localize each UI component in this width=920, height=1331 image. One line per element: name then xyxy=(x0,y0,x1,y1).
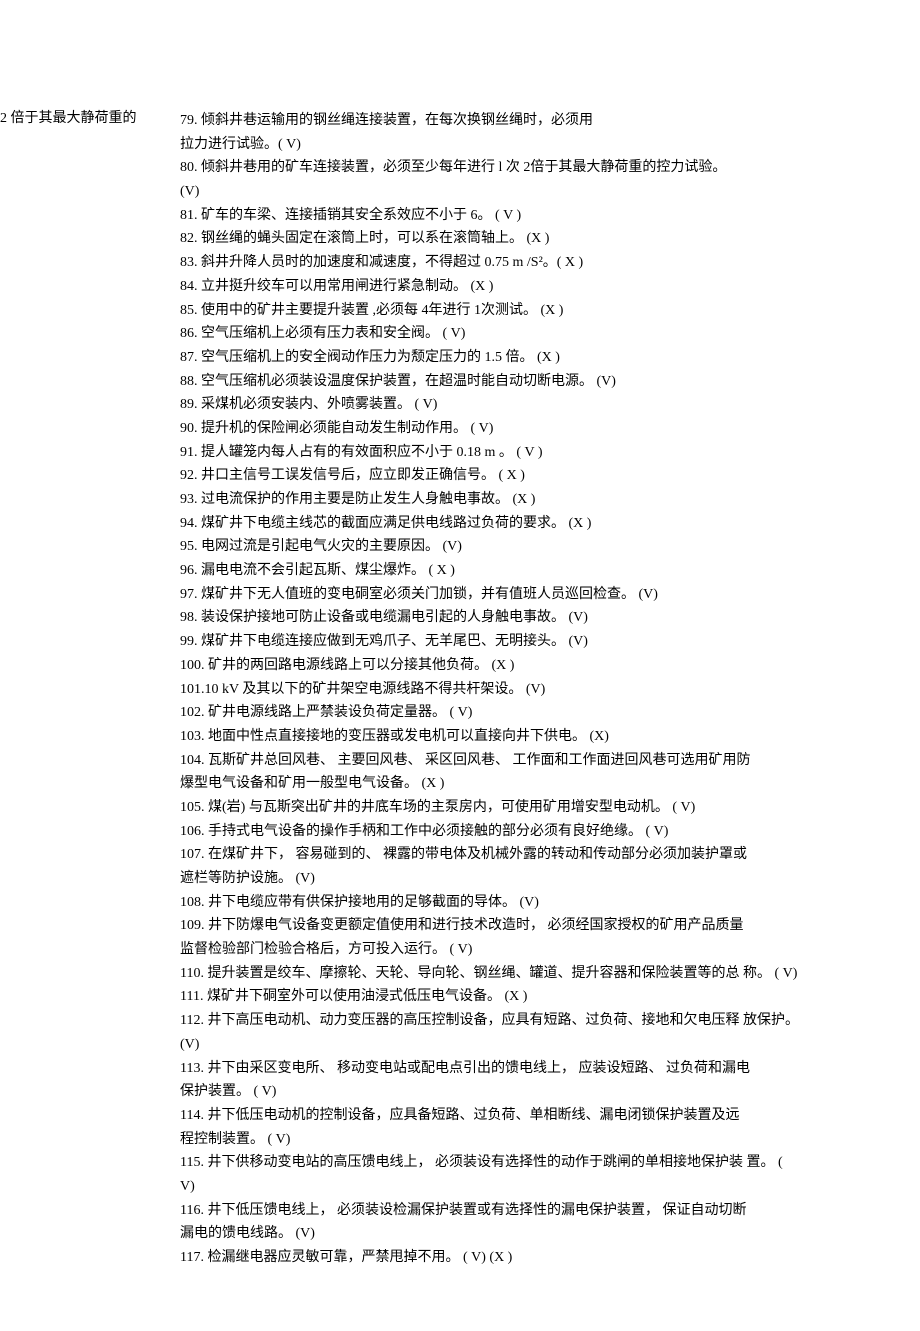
list-item: 84. 立井挺升绞车可以用常用闸进行紧急制动。 (X ) xyxy=(180,276,880,298)
list-item: 79. 倾斜井巷运输用的钢丝绳连接装置，在每次换钢丝绳时，必须用 xyxy=(180,110,880,132)
list-item: 106. 手持式电气设备的操作手柄和工作中必须接触的部分必须有良好绝缘。 ( V… xyxy=(180,821,880,843)
list-item: 95. 电网过流是引起电气火灾的主要原因。 (V) xyxy=(180,536,880,558)
list-item: 115. 井下供移动变电站的高压馈电线上， 必须装设有选择性的动作于跳闸的单相接… xyxy=(180,1152,880,1174)
list-item: 108. 井下电缆应带有供保护接地用的足够截面的导体。 (V) xyxy=(180,892,880,914)
list-item: 拉力进行试验。( V) xyxy=(180,134,880,156)
list-item: 101.10 kV 及其以下的矿井架空电源线路不得共杆架设。 (V) xyxy=(180,679,880,701)
list-item: 111. 煤矿井下硐室外可以使用油浸式低压电气设备。 (X ) xyxy=(180,986,880,1008)
list-item: 遮栏等防护设施。 (V) xyxy=(180,868,880,890)
list-item: 程控制装置。 ( V) xyxy=(180,1129,880,1151)
list-item: 97. 煤矿井下无人值班的变电硐室必须关门加锁，并有值班人员巡回检查。 (V) xyxy=(180,584,880,606)
list-item: 87. 空气压缩机上的安全阀动作压力为颓定压力的 1.5 倍。 (X ) xyxy=(180,347,880,369)
list-item: 117. 检漏继电器应灵敏可靠，严禁甩掉不用。 ( V) (X ) xyxy=(180,1247,880,1269)
list-item: 94. 煤矿井下电缆主线芯的截面应满足供电线路过负荷的要求。 (X ) xyxy=(180,513,880,535)
list-item: V) xyxy=(180,1176,880,1198)
list-item: 漏电的馈电线路。 (V) xyxy=(180,1223,880,1245)
list-item: 92. 井口主信号工误发信号后，应立即发正确信号。 ( X ) xyxy=(180,465,880,487)
question-list: 79. 倾斜井巷运输用的钢丝绳连接装置，在每次换钢丝绳时，必须用拉力进行试验。(… xyxy=(180,110,880,1269)
list-item: 103. 地面中性点直接接地的变压器或发电机可以直接向井下供电。 (X) xyxy=(180,726,880,748)
list-item: 114. 井下低压电动机的控制设备，应具备短路、过负荷、单相断线、漏电闭锁保护装… xyxy=(180,1105,880,1127)
margin-note: 2 倍于其最大静荷重的 xyxy=(0,108,137,130)
list-item: 109. 井下防爆电气设备变更额定值使用和进行技术改造时， 必须经国家授权的矿用… xyxy=(180,915,880,937)
list-item: 80. 倾斜井巷用的矿车连接装置，必须至少每年进行 l 次 2倍于其最大静荷重的… xyxy=(180,157,880,179)
list-item: 113. 井下由采区变电所、 移动变电站或配电点引出的馈电线上， 应装设短路、 … xyxy=(180,1058,880,1080)
list-item: (V) xyxy=(180,1034,880,1056)
list-item: 110. 提升装置是绞车、摩擦轮、天轮、导向轮、钢丝绳、罐道、提升容器和保险装置… xyxy=(180,963,880,985)
list-item: 96. 漏电电流不会引起瓦斯、煤尘爆炸。 ( X ) xyxy=(180,560,880,582)
list-item: 90. 提升机的保险闸必须能自动发生制动作用。 ( V) xyxy=(180,418,880,440)
list-item: 91. 提人罐笼内每人占有的有效面积应不小于 0.18 m 。 ( V ) xyxy=(180,442,880,464)
document-page: 2 倍于其最大静荷重的 79. 倾斜井巷运输用的钢丝绳连接装置，在每次换钢丝绳时… xyxy=(0,0,920,1331)
list-item: 116. 井下低压馈电线上， 必须装设检漏保护装置或有选择性的漏电保护装置， 保… xyxy=(180,1200,880,1222)
list-item: 102. 矿井电源线路上严禁装设负荷定量器。 ( V) xyxy=(180,702,880,724)
list-item: 112. 井下高压电动机、动力变压器的高压控制设备，应具有短路、过负荷、接地和欠… xyxy=(180,1010,880,1032)
list-item: 105. 煤(岩) 与瓦斯突出矿井的井底车场的主泵房内，可使用矿用增安型电动机。… xyxy=(180,797,880,819)
list-item: 104. 瓦斯矿井总回风巷、 主要回风巷、 采区回风巷、 工作面和工作面进回风巷… xyxy=(180,750,880,772)
list-item: 100. 矿井的两回路电源线路上可以分接其他负荷。 (X ) xyxy=(180,655,880,677)
list-item: 85. 使用中的矿井主要提升装置 ,必须每 4年进行 1次测试。 (X ) xyxy=(180,300,880,322)
list-item: 83. 斜井升降人员时的加速度和减速度，不得超过 0.75 m /S²。( X … xyxy=(180,252,880,274)
list-item: 82. 钢丝绳的蝇头固定在滚筒上时，可以系在滚筒轴上。 (X ) xyxy=(180,228,880,250)
list-item: 爆型电气设备和矿用一般型电气设备。 (X ) xyxy=(180,773,880,795)
list-item: 107. 在煤矿井下， 容易碰到的、 裸露的带电体及机械外露的转动和传动部分必须… xyxy=(180,844,880,866)
list-item: 保护装置。 ( V) xyxy=(180,1081,880,1103)
list-item: 98. 装设保护接地可防止设备或电缆漏电引起的人身触电事故。 (V) xyxy=(180,607,880,629)
list-item: 89. 采煤机必须安装内、外喷雾装置。 ( V) xyxy=(180,394,880,416)
list-item: 88. 空气压缩机必须装设温度保护装置，在超温时能自动切断电源。 (V) xyxy=(180,371,880,393)
list-item: 99. 煤矿井下电缆连接应做到无鸡爪子、无羊尾巴、无明接头。 (V) xyxy=(180,631,880,653)
list-item: 86. 空气压缩机上必须有压力表和安全阀。 ( V) xyxy=(180,323,880,345)
list-item: (V) xyxy=(180,181,880,203)
list-item: 81. 矿车的车梁、连接插销其安全系效应不小于 6。 ( V ) xyxy=(180,205,880,227)
list-item: 监督检验部门检验合格后，方可投入运行。 ( V) xyxy=(180,939,880,961)
list-item: 93. 过电流保护的作用主要是防止发生人身触电事故。 (X ) xyxy=(180,489,880,511)
